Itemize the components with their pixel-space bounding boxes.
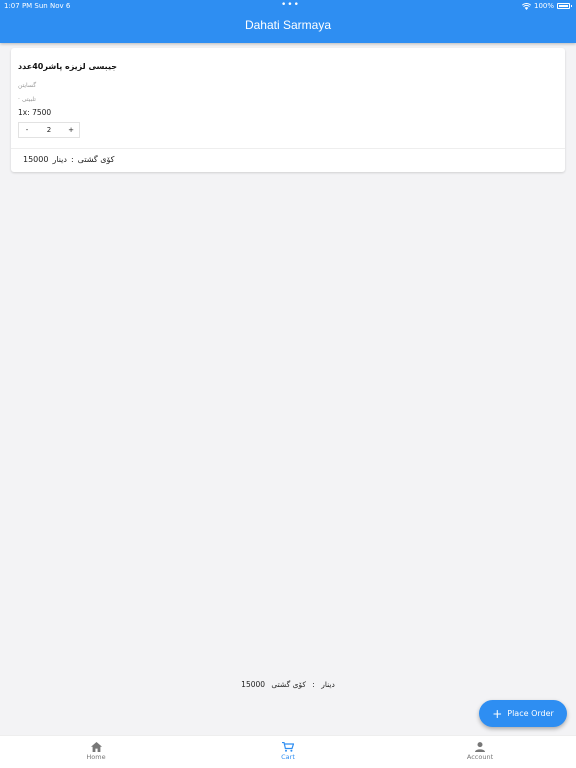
plus-icon: + [492,706,503,721]
footer-total-amount: 15000 [241,680,266,689]
status-time: 1:07 PM Sun Nov 6 [4,2,71,10]
status-bar: 1:07 PM Sun Nov 6 ••• 100% [0,0,576,12]
nav-home-label: Home [86,753,106,761]
quantity-value[interactable]: 2 [35,126,63,134]
account-icon [475,742,485,752]
card-total-separator: : [70,155,74,164]
decrement-button[interactable]: - [19,126,35,134]
increment-button[interactable]: + [63,126,79,134]
place-order-label: Place Order [507,709,554,718]
item-variant: گسایتن [18,82,37,89]
item-unit-price: 1x: 7500 [18,108,52,117]
item-name: جیبسی لزیزه پاشر40عدد [18,62,117,71]
battery-icon [557,3,572,9]
card-total-amount: 15000 [23,155,49,164]
nav-cart[interactable]: Cart [258,742,318,761]
home-icon [90,742,102,752]
footer-total: 15000 دینار : کۆی گشتی [0,680,576,689]
nav-home[interactable]: Home [66,742,126,761]
footer-total-separator: : [312,680,315,689]
app-bar: 1:07 PM Sun Nov 6 ••• 100% Dahati Sarmay… [0,0,576,43]
quantity-stepper: - 2 + [18,122,80,138]
status-right: 100% [521,2,572,10]
bottom-nav: Home Cart Account [0,735,576,768]
footer-total-currency: دینار [321,680,335,689]
nav-account-label: Account [466,753,494,761]
multitask-dots[interactable]: ••• [281,0,300,10]
footer-total-label: کۆی گشتی [271,680,306,689]
page-title: Dahati Sarmaya [244,18,332,32]
card-total-currency: دینار [52,155,67,164]
battery-percent: 100% [533,2,554,10]
nav-account[interactable]: Account [450,742,510,761]
wifi-icon [521,2,531,10]
cart-icon [282,742,294,752]
nav-cart-label: Cart [281,753,295,761]
place-order-button[interactable]: + Place Order [479,700,567,727]
cart-item-card: جیبسی لزیزه پاشر40عدد گسایتن · تلبیتی 1x… [11,48,565,172]
card-total-label: کۆی گشتی [77,155,115,164]
card-divider [11,148,565,149]
item-note: · تلبیتی [18,96,36,103]
card-total: 15000 دینار : کۆی گشتی [23,155,114,164]
